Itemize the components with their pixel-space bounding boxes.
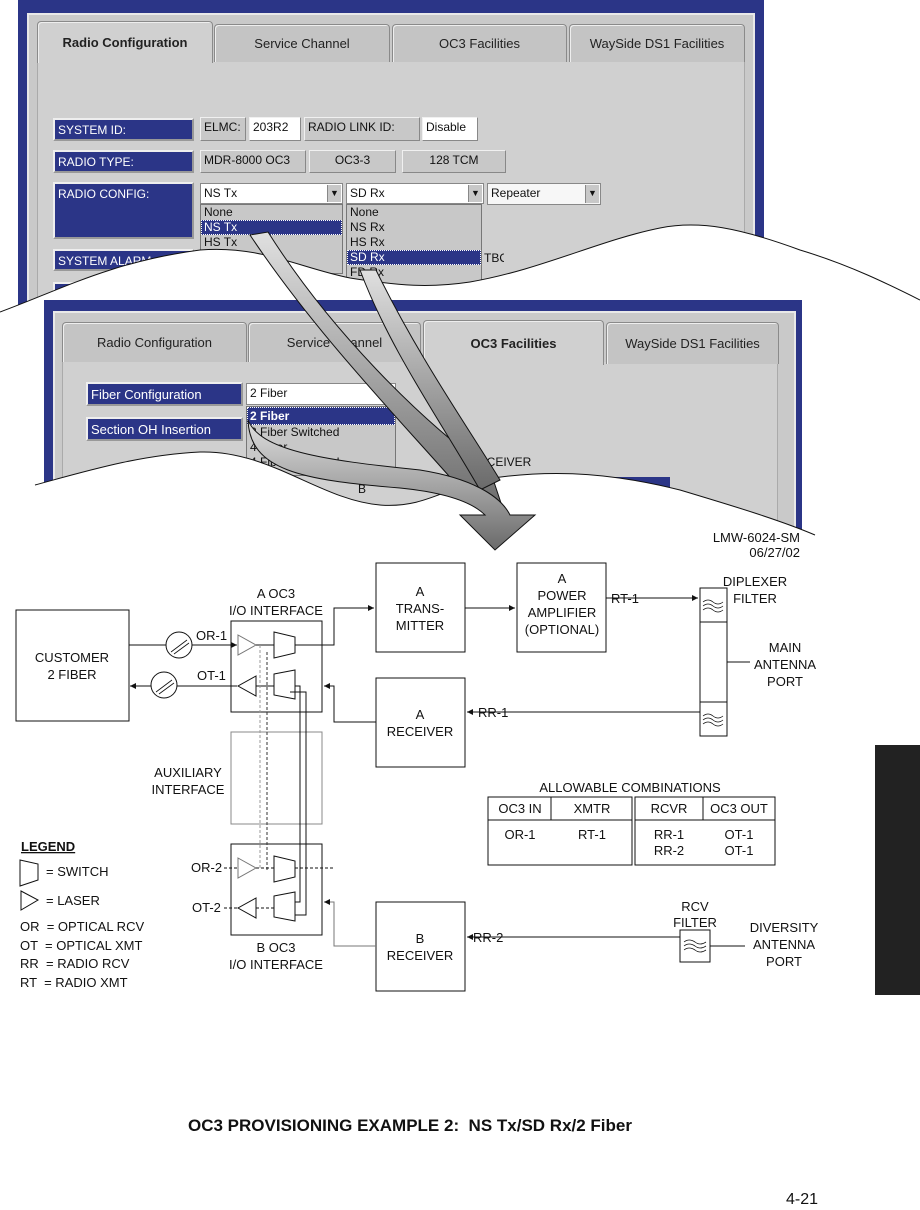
combinations-title: ALLOWABLE COMBINATIONS: [539, 780, 721, 795]
a-receiver-label: A: [416, 707, 425, 722]
table-cell: RR-1: [654, 827, 684, 842]
b-oc3-label: B OC3: [256, 940, 295, 955]
aux-interface-box: [230, 731, 323, 825]
a-receiver-label: RECEIVER: [387, 724, 453, 739]
doc-id: LMW-6024-SM: [713, 530, 800, 545]
customer-label: 2 FIBER: [47, 667, 96, 682]
oc3-block-diagram: LMW-6024-SM 06/27/02 CUSTOMER 2 FIBER A …: [15, 530, 819, 992]
switch-ot1-icon: [150, 671, 178, 699]
aux-label: INTERFACE: [152, 782, 225, 797]
customer-box: [15, 609, 130, 722]
a-transmitter-label: MITTER: [396, 618, 444, 633]
or2-label: OR-2: [191, 860, 222, 875]
col-header: XMTR: [574, 801, 611, 816]
legend-switch-icon: [19, 859, 39, 887]
or1-label: OR-1: [196, 628, 227, 643]
b-oc3-box: [230, 843, 323, 936]
col-header: OC3 OUT: [710, 801, 768, 816]
switch-icon: [273, 669, 296, 700]
doc-date: 06/27/02: [749, 545, 800, 560]
laser-icon: [237, 857, 258, 879]
legend-title: LEGEND: [21, 839, 75, 854]
table-cell: RR-2: [654, 843, 684, 858]
table-cell: OR-1: [504, 827, 535, 842]
section-tab-marker: [875, 745, 920, 995]
rcv-filter-label: FILTER: [673, 915, 717, 930]
table-cell: RT-1: [578, 827, 606, 842]
a-oc3-label: I/O INTERFACE: [229, 603, 323, 618]
switch-or1-icon: [165, 631, 193, 659]
diplexer-label: DIPLEXER: [723, 574, 787, 589]
legend-laser: = LASER: [46, 893, 100, 908]
ot2-label: OT-2: [192, 900, 221, 915]
main-antenna-label: MAIN: [769, 640, 802, 655]
diversity-antenna-label: ANTENNA: [753, 937, 815, 952]
laser-icon: [236, 897, 257, 919]
figure-caption: OC3 PROVISIONING EXAMPLE 2: NS Tx/SD Rx/…: [188, 1116, 632, 1135]
amplifier-label: (OPTIONAL): [525, 622, 599, 637]
diversity-antenna-label: PORT: [766, 954, 802, 969]
switch-icon: [273, 891, 296, 922]
ot1-label: OT-1: [197, 668, 226, 683]
laser-icon: [237, 634, 258, 656]
amplifier-label: POWER: [537, 588, 586, 603]
col-header: OC3 IN: [498, 801, 541, 816]
table-cell: OT-1: [725, 827, 754, 842]
rr2-label: RR-2: [473, 930, 503, 945]
a-oc3-box: [230, 620, 323, 713]
customer-label: CUSTOMER: [35, 650, 109, 665]
legend-laser-icon: [20, 890, 40, 911]
diversity-antenna-label: DIVERSITY: [750, 920, 819, 935]
legend-item: RR = RADIO RCV: [20, 956, 130, 971]
switch-icon: [273, 855, 296, 883]
legend-switch: = SWITCH: [46, 864, 108, 879]
main-antenna-label: PORT: [767, 674, 803, 689]
table-cell: OT-1: [725, 843, 754, 858]
b-receiver-label: RECEIVER: [387, 948, 453, 963]
aux-label: AUXILIARY: [154, 765, 222, 780]
a-transmitter-label: TRANS-: [396, 601, 444, 616]
legend-item: OR = OPTICAL RCV: [20, 919, 144, 934]
laser-icon: [236, 675, 257, 697]
switch-icon: [273, 631, 296, 659]
diplexer-label: FILTER: [733, 591, 777, 606]
rr1-label: RR-1: [478, 705, 508, 720]
page-number: 4-21: [786, 1191, 819, 1208]
b-oc3-label: I/O INTERFACE: [229, 957, 323, 972]
rcv-filter-label: RCV: [681, 899, 709, 914]
b-receiver-box: [375, 901, 466, 992]
legend-item: RT = RADIO XMT: [20, 975, 128, 990]
rt1-label: RT-1: [611, 591, 639, 606]
cut-wave-bottom: [34, 231, 816, 600]
a-oc3-label: A OC3: [257, 586, 295, 601]
main-antenna-label: ANTENNA: [754, 657, 816, 672]
legend-item: OT = OPTICAL XMT: [20, 938, 142, 953]
a-transmitter-label: A: [416, 584, 425, 599]
b-receiver-label: B: [416, 931, 425, 946]
col-header: RCVR: [651, 801, 688, 816]
amplifier-label: A: [558, 571, 567, 586]
amplifier-label: AMPLIFIER: [528, 605, 597, 620]
a-receiver-box: [375, 677, 466, 768]
